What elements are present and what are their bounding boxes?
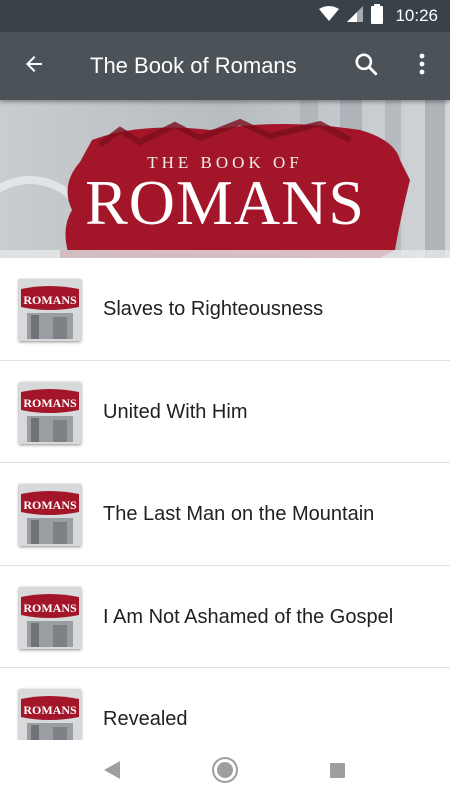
sermon-thumbnail: ROMANS [19,381,81,444]
sermon-thumbnail: ROMANS [19,484,81,546]
sermon-title: United With Him [103,400,248,423]
cell-signal-icon [347,5,364,27]
system-nav-bar [0,740,450,800]
thumbnail-title: ROMANS [23,600,77,615]
more-options-button[interactable] [408,50,436,82]
app-bar: The Book of Romans [0,32,450,100]
sermon-thumbnail: ROMANS [19,279,81,341]
arrow-back-icon [22,52,46,81]
sermon-list: ROMANS Slaves to Righteousness ROMANS Un… [0,258,450,771]
thumbnail-title: ROMANS [23,703,77,717]
list-item[interactable]: ROMANS The Last Man on the Mountain [0,463,450,566]
sermon-title: Slaves to Righteousness [103,298,324,320]
thumbnail-title: ROMANS [23,395,77,410]
thumbnail-title: ROMANS [23,498,77,512]
list-item[interactable]: ROMANS Slaves to Righteousness [0,258,450,361]
list-item[interactable]: ROMANS United With Him [0,360,450,463]
more-vert-icon [419,53,425,80]
battery-icon [371,3,384,29]
search-icon [353,51,379,82]
status-icons: 10:26 [319,0,438,32]
page-title: The Book of Romans [90,53,297,78]
search-button[interactable] [350,50,382,82]
status-bar: 10:26 [0,0,450,32]
nav-back-icon[interactable] [104,761,120,784]
sermon-thumbnail: ROMANS [19,586,81,649]
nav-home-icon[interactable] [214,759,236,781]
status-time: 10:26 [395,6,438,25]
banner-title: ROMANS [85,167,365,238]
nav-recents-icon[interactable] [330,763,345,778]
sermon-title: I Am Not Ashamed of the Gospel [103,605,394,628]
sermon-title: The Last Man on the Mountain [103,503,375,525]
series-banner: THE BOOK OF ROMANS [0,100,450,258]
back-button[interactable] [18,50,50,82]
thumbnail-title: ROMANS [23,293,77,307]
list-item[interactable]: ROMANS I Am Not Ashamed of the Gospel [0,565,450,668]
wifi-icon [319,5,340,27]
